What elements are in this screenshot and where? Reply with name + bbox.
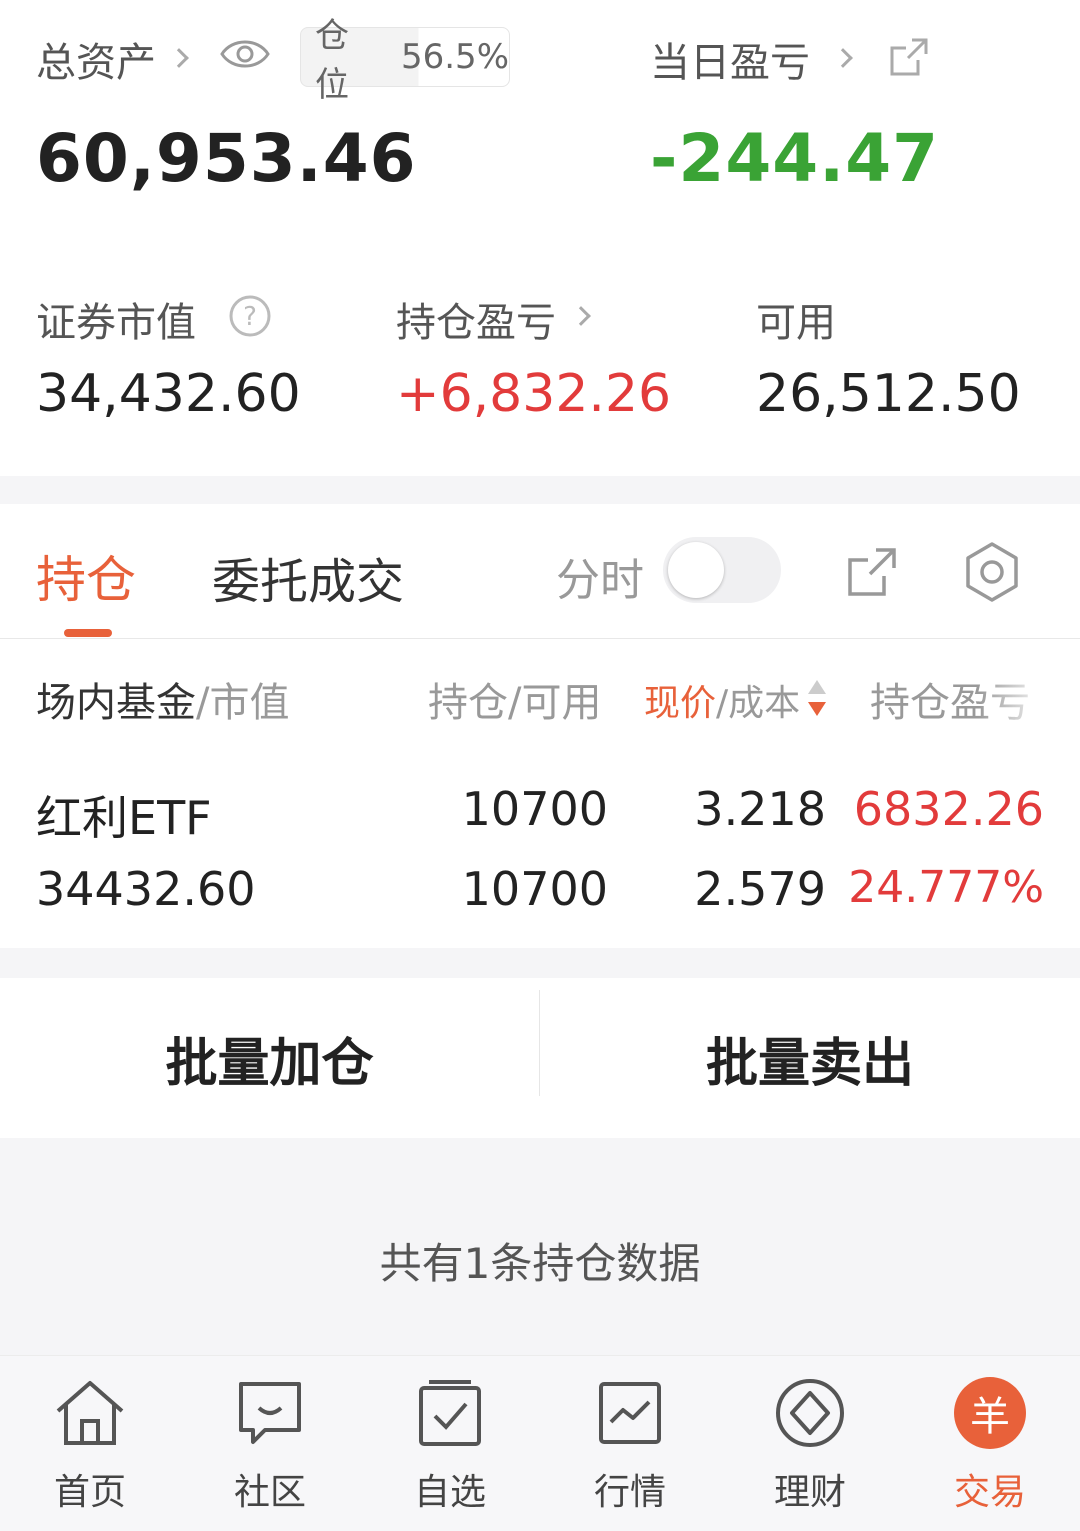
chevron-right-icon[interactable] [571, 306, 591, 327]
nav-home[interactable]: 首页 [0, 1375, 180, 1515]
table-row[interactable] [0, 750, 1080, 948]
section-divider [0, 476, 1080, 504]
col-pnl-header[interactable]: 持仓盈亏 [870, 670, 1050, 728]
col-price-main: 现价 [644, 683, 717, 724]
nav-trade[interactable]: 羊 交易 [900, 1375, 1080, 1515]
holding-qty: 10700 [461, 782, 608, 836]
sort-icon[interactable] [806, 678, 828, 722]
fund-name: 红利ETF [36, 791, 212, 845]
nav-watchlist-label: 自选 [413, 1472, 486, 1513]
daily-pnl-label[interactable]: 当日盈亏 [650, 30, 810, 88]
holding-pnl-amount: 6832.26 [853, 782, 1044, 836]
holding-pnl-percent: 24.777% [848, 862, 1044, 913]
nav-community[interactable]: 社区 [180, 1375, 360, 1515]
batch-add-button[interactable]: 批量加仓 [0, 978, 539, 1138]
fund-market-value: 34432.60 [36, 862, 256, 916]
chat-bubble-icon [230, 1375, 310, 1451]
nav-wealth-label: 理财 [773, 1472, 846, 1513]
checklist-icon [410, 1375, 490, 1451]
share-icon[interactable] [888, 36, 930, 82]
tab-holdings[interactable]: 持仓 [36, 540, 136, 612]
holding-pnl-value: +6,832.26 [396, 364, 672, 424]
batch-add-label: 批量加仓 [165, 1033, 374, 1094]
trade-icon: 羊 [950, 1375, 1030, 1451]
eye-icon[interactable] [219, 34, 271, 78]
position-label: 仓位 [315, 16, 349, 105]
help-icon[interactable]: ? [228, 294, 272, 342]
share-icon[interactable] [846, 546, 898, 602]
timeshare-label: 分时 [556, 555, 644, 606]
col-price-header[interactable]: 现价/成本 [644, 674, 800, 726]
home-icon [50, 1375, 130, 1451]
chevron-right-icon[interactable] [169, 48, 189, 69]
batch-sell-button[interactable]: 批量卖出 [540, 978, 1080, 1138]
available-value: 26,512.50 [756, 364, 1021, 424]
nav-watchlist[interactable]: 自选 [360, 1375, 540, 1515]
nav-market-label: 行情 [593, 1472, 666, 1513]
available-label: 可用 [756, 300, 836, 346]
col-price-sub: /成本 [716, 683, 801, 724]
position-ratio-badge: 仓位 56.5% [300, 16, 510, 105]
line-chart-icon [590, 1375, 670, 1451]
col-fund-main: 场内基金 [36, 680, 196, 726]
active-tab-indicator [64, 629, 112, 637]
total-assets-value: 60,953.46 [36, 120, 417, 197]
nav-trade-label: 交易 [953, 1472, 1026, 1513]
current-price: 3.218 [694, 782, 826, 836]
trade-icon-glyph: 羊 [954, 1377, 1026, 1449]
coin-diamond-icon [770, 1375, 850, 1451]
position-percent: 56.5% [400, 37, 509, 77]
daily-pnl-value: -244.47 [650, 120, 940, 197]
chevron-right-icon[interactable] [833, 48, 853, 69]
nav-market[interactable]: 行情 [540, 1375, 720, 1515]
col-fund-sub: /市值 [196, 680, 290, 726]
svg-text:?: ? [243, 302, 257, 332]
divider [0, 638, 1080, 639]
cost-price: 2.579 [694, 862, 826, 916]
nav-home-label: 首页 [53, 1472, 126, 1513]
securities-value-label: 证券市值 [36, 300, 196, 346]
batch-sell-label: 批量卖出 [705, 1033, 914, 1094]
col-fund-header[interactable]: 场内基金/市值 [36, 670, 289, 728]
col-holding-header[interactable]: 持仓/可用 [428, 670, 601, 728]
holdings-count-note: 共有1条持仓数据 [379, 1239, 701, 1288]
available-qty: 10700 [461, 862, 608, 916]
toggle-knob [668, 542, 724, 598]
total-assets-label[interactable]: 总资产 [36, 30, 156, 88]
holding-pnl-label[interactable]: 持仓盈亏 [396, 290, 556, 348]
nav-wealth[interactable]: 理财 [720, 1375, 900, 1515]
tab-orders[interactable]: 委托成交 [212, 542, 404, 612]
settings-gear-icon[interactable] [960, 540, 1024, 608]
section-divider [0, 948, 1080, 978]
nav-community-label: 社区 [233, 1472, 306, 1513]
securities-value: 34,432.60 [36, 364, 301, 424]
